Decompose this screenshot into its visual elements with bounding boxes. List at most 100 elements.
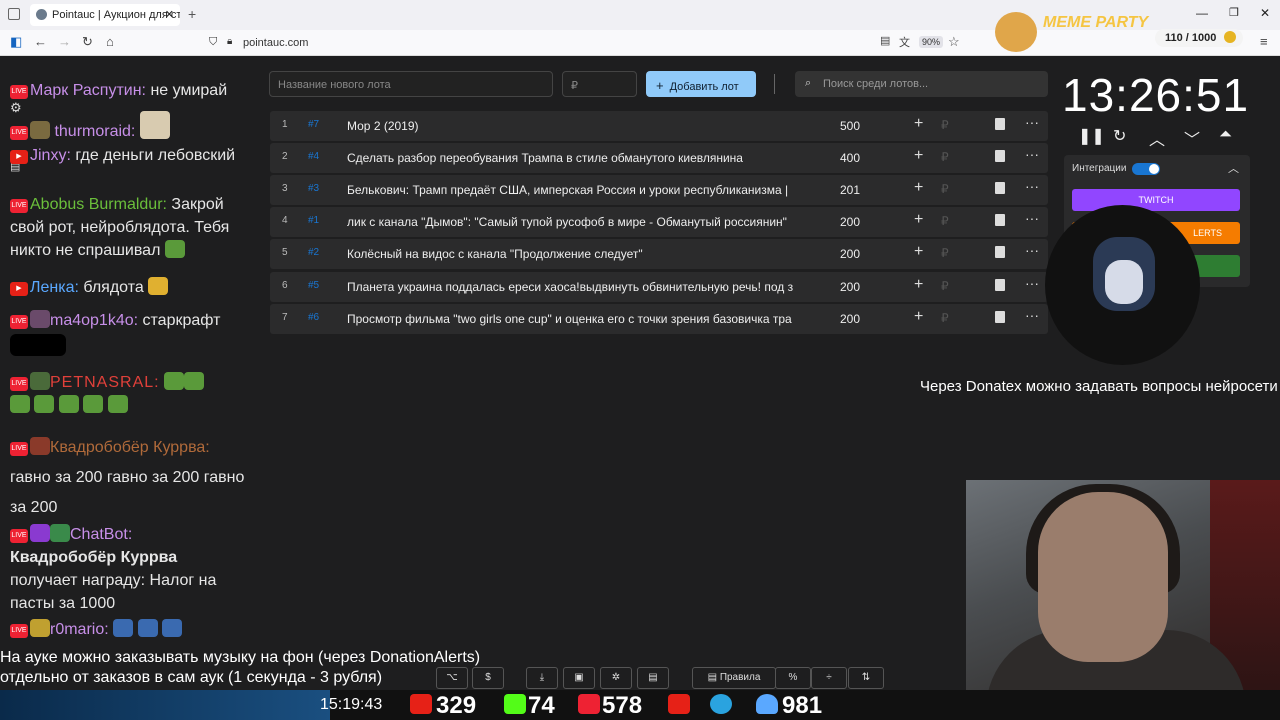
- music-notice-line: На ауке можно заказывать музыку на фон (…: [0, 649, 481, 666]
- rules-button[interactable]: ▤ Правила: [692, 667, 776, 689]
- close-tab-icon[interactable]: ✕: [165, 8, 174, 21]
- add-amount-icon[interactable]: +: [914, 243, 923, 261]
- lot-name[interactable]: Просмотр фильма "two girls one cup" и оц…: [347, 312, 819, 326]
- translate-icon[interactable]: 文: [899, 34, 910, 50]
- chat-username: thurmoraid:: [54, 123, 136, 140]
- lot-row: 2 #4 Сделать разбор переобувания Трампа …: [270, 143, 1048, 173]
- double-up-icon[interactable]: ⏶: [1219, 126, 1232, 144]
- reset-icon[interactable]: ↻: [1113, 126, 1126, 146]
- percent-button[interactable]: %: [775, 667, 811, 689]
- emote-icon: [30, 121, 50, 139]
- plus-icon: +: [656, 78, 664, 93]
- twitch-button[interactable]: TWITCH: [1072, 189, 1240, 211]
- download-button[interactable]: ⤓: [526, 667, 558, 689]
- delete-icon[interactable]: [995, 279, 1005, 291]
- more-options-icon[interactable]: ···: [1025, 242, 1039, 258]
- lot-position: 3: [282, 183, 288, 194]
- address-bar[interactable]: ⛉ 🔒︎ pointauc.com: [205, 33, 965, 53]
- alerts-label: LERTS: [1193, 228, 1222, 238]
- zoom-level[interactable]: 90%: [919, 36, 944, 48]
- emote-icon: [30, 437, 50, 455]
- history-button[interactable]: ▤: [637, 667, 669, 689]
- lot-amount[interactable]: 200: [840, 312, 860, 326]
- rules-icon: ▤: [707, 672, 720, 683]
- ruble-icon[interactable]: ₽: [941, 311, 949, 325]
- lot-amount[interactable]: 201: [840, 183, 860, 197]
- lot-name[interactable]: Белькович: Трамп предаёт США, имперская …: [347, 183, 819, 197]
- add-amount-icon[interactable]: +: [914, 115, 923, 133]
- lot-amount[interactable]: 200: [840, 280, 860, 294]
- collapse-icon[interactable]: ︿: [1228, 160, 1239, 176]
- add-amount-icon[interactable]: +: [914, 179, 923, 197]
- sort-button[interactable]: ⇅: [848, 667, 884, 689]
- lot-amount[interactable]: 200: [840, 247, 860, 261]
- chat-username: ChatBot:: [70, 526, 133, 543]
- more-options-icon[interactable]: ···: [1025, 178, 1039, 194]
- decrease-time-icon[interactable]: ﹀: [1184, 126, 1200, 150]
- tab-list-icon[interactable]: [8, 8, 20, 20]
- ruble-icon[interactable]: ₽: [941, 246, 949, 260]
- browser-tab[interactable]: Pointauc | Аукцион для стрима ✕: [30, 4, 180, 26]
- delete-icon[interactable]: [995, 246, 1005, 258]
- delete-icon[interactable]: [995, 182, 1005, 194]
- chat-username: PETNASRAL:: [50, 374, 160, 391]
- delete-icon[interactable]: [995, 150, 1005, 162]
- add-amount-icon[interactable]: +: [914, 308, 923, 326]
- live-badge-icon: LIVE: [10, 377, 28, 391]
- ruble-icon[interactable]: ₽: [941, 214, 949, 228]
- delete-icon[interactable]: [995, 118, 1005, 130]
- integrations-toggle[interactable]: [1132, 163, 1160, 175]
- lot-amount-input[interactable]: ₽: [562, 71, 637, 97]
- lot-name[interactable]: лик с канала "Дымов": "Самый тупой русоф…: [347, 215, 819, 229]
- add-lot-button[interactable]: + Добавить лот: [646, 71, 756, 97]
- close-window-icon[interactable]: ✕: [1260, 6, 1270, 20]
- cat-emote-icon: [139, 111, 170, 139]
- delete-icon[interactable]: [995, 214, 1005, 226]
- back-icon[interactable]: ←: [34, 34, 47, 49]
- lot-name[interactable]: Мор 2 (2019): [347, 119, 819, 133]
- new-tab-button[interactable]: +: [188, 6, 196, 22]
- emote-icon: [30, 524, 50, 542]
- more-options-icon[interactable]: ···: [1025, 275, 1039, 291]
- delete-icon[interactable]: [995, 311, 1005, 323]
- bug-report-button[interactable]: ✲: [600, 667, 632, 689]
- add-amount-icon[interactable]: +: [914, 147, 923, 165]
- pause-icon[interactable]: ❚❚: [1078, 126, 1105, 146]
- lot-amount[interactable]: 400: [840, 151, 860, 165]
- more-options-icon[interactable]: ···: [1025, 114, 1039, 130]
- reload-icon[interactable]: ↻: [82, 34, 93, 50]
- more-options-icon[interactable]: ···: [1025, 146, 1039, 162]
- forward-icon[interactable]: →: [58, 34, 71, 49]
- more-options-icon[interactable]: ···: [1025, 210, 1039, 226]
- toolbar-divider: [774, 74, 775, 94]
- lot-search-input[interactable]: ⌕ Поиск среди лотов...: [795, 71, 1048, 97]
- lot-name[interactable]: Планета украина поддалась ереси хаоса!вы…: [347, 280, 819, 294]
- add-amount-icon[interactable]: +: [914, 276, 923, 294]
- ruble-icon[interactable]: ₽: [941, 150, 949, 164]
- donate-button[interactable]: $: [472, 667, 504, 689]
- lot-name[interactable]: Сделать разбор переобувания Трампа в сти…: [347, 151, 819, 165]
- ruble-icon[interactable]: ₽: [941, 118, 949, 132]
- github-button[interactable]: ⌥: [436, 667, 468, 689]
- live-badge-icon: LIVE: [10, 315, 28, 329]
- chat-message: LIVE PETNASRAL:: [10, 371, 260, 417]
- sidebar-icon[interactable]: ◧: [10, 34, 22, 50]
- add-lot-label: Добавить лот: [669, 81, 739, 93]
- lot-name[interactable]: Колёсный на видос с канала "Продолжение …: [347, 247, 819, 261]
- lot-amount[interactable]: 500: [840, 119, 860, 133]
- ruble-icon[interactable]: ₽: [941, 182, 949, 196]
- reader-icon[interactable]: ▤: [880, 34, 890, 47]
- save-button[interactable]: ▣: [563, 667, 595, 689]
- menu-icon[interactable]: ≡: [1260, 34, 1268, 49]
- avatar-face: [1105, 260, 1143, 304]
- home-icon[interactable]: ⌂: [106, 34, 114, 49]
- bookmark-star-icon[interactable]: ☆: [948, 34, 960, 50]
- add-amount-icon[interactable]: +: [914, 211, 923, 229]
- lot-name-input[interactable]: Название нового лота: [269, 71, 553, 97]
- split-button[interactable]: ÷: [811, 667, 847, 689]
- increase-time-icon[interactable]: ︿: [1149, 126, 1165, 150]
- user-icon: [756, 694, 778, 714]
- lot-amount[interactable]: 200: [840, 215, 860, 229]
- more-options-icon[interactable]: ···: [1025, 307, 1039, 323]
- ruble-icon[interactable]: ₽: [941, 279, 949, 293]
